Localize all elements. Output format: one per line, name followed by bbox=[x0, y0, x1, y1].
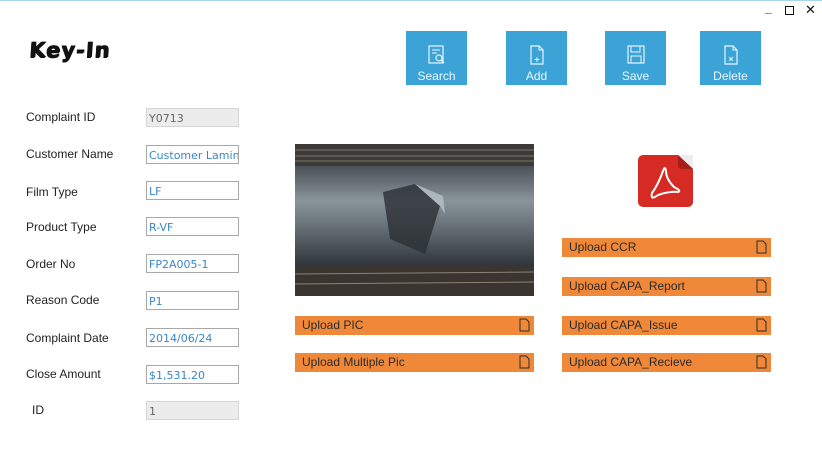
complaint-date-field[interactable]: 2014/06/24 bbox=[146, 328, 239, 347]
film-type-field[interactable]: LF bbox=[146, 181, 239, 200]
order-no-label: Order No bbox=[26, 257, 76, 271]
id-field[interactable]: 1 bbox=[146, 401, 239, 420]
upload-capa-recieve-label: Upload CAPA_Recieve bbox=[569, 355, 693, 369]
document-icon bbox=[756, 240, 767, 254]
upload-ccr-button[interactable]: Upload CCR bbox=[562, 238, 771, 257]
document-icon bbox=[756, 355, 767, 369]
id-label: ID bbox=[32, 403, 44, 417]
close-amount-field[interactable]: $1,531.20 bbox=[146, 365, 239, 384]
upload-capa-issue-button[interactable]: Upload CAPA_Issue bbox=[562, 316, 771, 335]
add-button-label: Add bbox=[525, 69, 548, 83]
upload-capa-recieve-button[interactable]: Upload CAPA_Recieve bbox=[562, 353, 771, 372]
customer-name-field[interactable]: Customer Lamina bbox=[146, 145, 239, 164]
document-icon bbox=[519, 318, 530, 332]
film-type-label: Film Type bbox=[26, 185, 78, 199]
search-button[interactable]: Search bbox=[406, 31, 467, 85]
complaint-photo bbox=[295, 144, 534, 296]
upload-capa-report-button[interactable]: Upload CAPA_Report bbox=[562, 277, 771, 296]
minimize-button[interactable]: _ bbox=[765, 1, 772, 15]
document-icon bbox=[756, 279, 767, 293]
delete-button-label: Delete bbox=[713, 69, 748, 83]
search-icon bbox=[427, 45, 444, 64]
upload-pic-button[interactable]: Upload PIC bbox=[295, 316, 534, 335]
complaint-id-label: Complaint ID bbox=[26, 110, 96, 124]
upload-ccr-label: Upload CCR bbox=[569, 240, 637, 254]
save-button[interactable]: Save bbox=[605, 31, 666, 85]
upload-pic-label: Upload PIC bbox=[302, 318, 364, 332]
close-button[interactable]: ✕ bbox=[805, 3, 816, 17]
reason-code-label: Reason Code bbox=[26, 293, 100, 307]
app-logo: Key-In bbox=[28, 38, 112, 62]
product-type-field[interactable]: R-VF bbox=[146, 217, 239, 236]
customer-name-label: Customer Name bbox=[26, 147, 114, 161]
maximize-button[interactable] bbox=[785, 6, 794, 15]
reason-code-field[interactable]: P1 bbox=[146, 291, 239, 310]
delete-button[interactable]: Delete bbox=[700, 31, 761, 85]
pdf-icon[interactable] bbox=[638, 155, 693, 207]
document-icon bbox=[756, 318, 767, 332]
upload-multiple-pic-button[interactable]: Upload Multiple Pic bbox=[295, 353, 534, 372]
window-top-border bbox=[0, 0, 822, 1]
add-document-icon bbox=[529, 45, 544, 65]
search-button-label: Search bbox=[417, 69, 456, 83]
upload-capa-issue-label: Upload CAPA_Issue bbox=[569, 318, 678, 332]
order-no-field[interactable]: FP2A005-1 bbox=[146, 254, 239, 273]
delete-document-icon bbox=[723, 45, 738, 65]
product-type-label: Product Type bbox=[26, 220, 97, 234]
upload-multiple-pic-label: Upload Multiple Pic bbox=[302, 355, 405, 369]
complaint-date-label: Complaint Date bbox=[26, 331, 109, 345]
complaint-id-field[interactable]: Y0713 bbox=[146, 108, 239, 127]
upload-capa-report-label: Upload CAPA_Report bbox=[569, 279, 685, 293]
save-disk-icon bbox=[626, 45, 645, 64]
close-amount-label: Close Amount bbox=[26, 367, 101, 381]
save-button-label: Save bbox=[621, 69, 650, 83]
add-button[interactable]: Add bbox=[506, 31, 567, 85]
document-icon bbox=[519, 355, 530, 369]
